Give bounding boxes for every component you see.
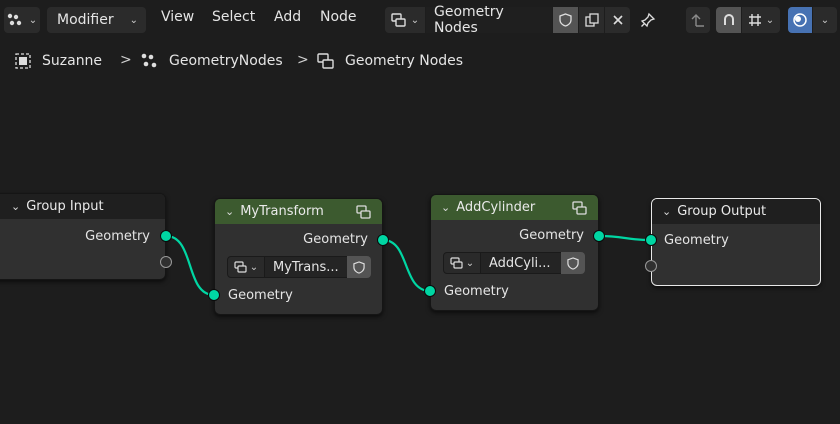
node-title: Group Output [677,204,767,219]
input-socket-label: Geometry [444,284,509,299]
group-output-node[interactable]: ⌄ Group Output Geometry [651,198,821,286]
node-tree-icon [234,261,247,273]
addcylinder-output-geometry-socket[interactable] [593,230,605,242]
link-groupinput-mytransform [165,234,215,297]
fake-user-button[interactable] [561,252,585,274]
output-socket-label: Geometry [303,232,368,247]
node-group-name[interactable]: MyTrans... [265,256,347,278]
node-title: MyTransform [240,204,324,219]
group-output-virtual-socket[interactable] [645,260,657,272]
output-socket-label: Geometry [519,228,584,243]
node-group-selector[interactable]: ⌄ MyTrans... [227,256,371,278]
shield-icon [353,260,365,274]
node-header[interactable]: ⌄ Group Input [0,194,165,219]
collapse-arrow-icon[interactable]: ⌄ [441,201,450,214]
node-tree-icon [450,257,463,269]
node-group-name[interactable]: AddCyli... [481,252,561,274]
collapse-arrow-icon[interactable]: ⌄ [662,205,671,218]
node-group-icon [572,200,587,215]
addcylinder-input-geometry-socket[interactable] [424,285,436,297]
input-socket-label: Geometry [664,233,729,248]
mytransform-node[interactable]: ⌄ MyTransform Geometry ⌄ MyTrans... Geom… [214,198,383,315]
chevron-down-icon: ⌄ [465,257,475,269]
input-socket-label: Geometry [228,288,293,303]
link-addcylinder-groupoutput [598,234,652,242]
link-mytransform-addcylinder [382,238,431,293]
node-group-selector[interactable]: ⌄ AddCyli... [443,252,585,274]
node-group-name-label: AddCyli... [489,255,551,271]
mytransform-input-geometry-socket[interactable] [208,289,220,301]
collapse-arrow-icon[interactable]: ⌄ [225,205,234,218]
collapse-arrow-icon[interactable]: ⌄ [11,200,20,213]
group-output-geometry-socket[interactable] [645,234,657,246]
node-group-icon [356,204,371,219]
node-group-name-label: MyTrans... [273,259,339,275]
shield-icon [567,256,579,270]
addcylinder-node[interactable]: ⌄ AddCylinder Geometry ⌄ AddCyli... Geom… [430,194,599,311]
node-title: AddCylinder [456,200,536,215]
node-header[interactable]: ⌄ MyTransform [215,199,382,224]
output-socket-label: Geometry [85,229,150,244]
node-group-browse-button[interactable]: ⌄ [443,252,481,274]
fake-user-button[interactable] [347,256,371,278]
node-header[interactable]: ⌄ Group Output [652,199,820,224]
node-group-browse-button[interactable]: ⌄ [227,256,265,278]
group-input-node[interactable]: ⌄ Group Input Geometry [0,193,166,280]
node-header[interactable]: ⌄ AddCylinder [431,195,598,220]
node-title: Group Input [26,199,104,214]
chevron-down-icon: ⌄ [249,261,259,273]
group-input-geometry-socket[interactable] [160,230,172,242]
group-input-virtual-socket[interactable] [160,256,172,268]
mytransform-output-geometry-socket[interactable] [377,234,389,246]
